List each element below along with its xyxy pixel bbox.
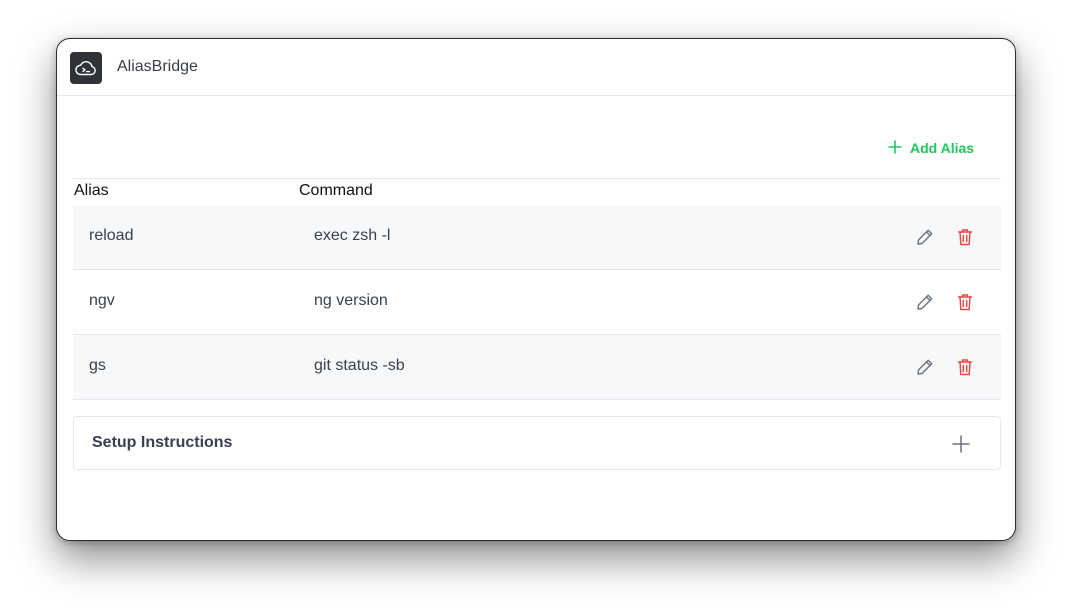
setup-instructions-accordion[interactable]: Setup Instructions [73,416,1001,470]
pencil-icon[interactable] [914,291,936,313]
command-cell: exec zsh -l [314,227,391,244]
trash-icon[interactable] [954,356,976,378]
column-header-command: Command [299,182,373,199]
setup-instructions-title: Setup Instructions [92,434,233,451]
add-alias-button[interactable]: Add Alias [888,137,974,159]
plus-icon [888,139,902,157]
alias-cell: gs [89,357,106,374]
app-title: AliasBridge [117,58,198,75]
trash-icon[interactable] [954,226,976,248]
table-row: ngv ng version [73,270,1001,335]
table-divider [73,178,1001,179]
app-window: AliasBridge Add Alias Alias Command relo… [56,38,1016,541]
pencil-icon[interactable] [914,356,936,378]
command-cell: git status -sb [314,357,405,374]
table-row: gs git status -sb [73,335,1001,400]
trash-icon[interactable] [954,291,976,313]
table-row: reload exec zsh -l [73,205,1001,270]
plus-icon[interactable] [950,433,972,455]
cloud-terminal-icon [70,52,102,84]
title-bar: AliasBridge [57,39,1015,96]
alias-cell: ngv [89,292,115,309]
pencil-icon[interactable] [914,226,936,248]
command-cell: ng version [314,292,388,309]
alias-cell: reload [89,227,134,244]
column-header-alias: Alias [74,182,109,199]
add-alias-label: Add Alias [910,140,975,156]
